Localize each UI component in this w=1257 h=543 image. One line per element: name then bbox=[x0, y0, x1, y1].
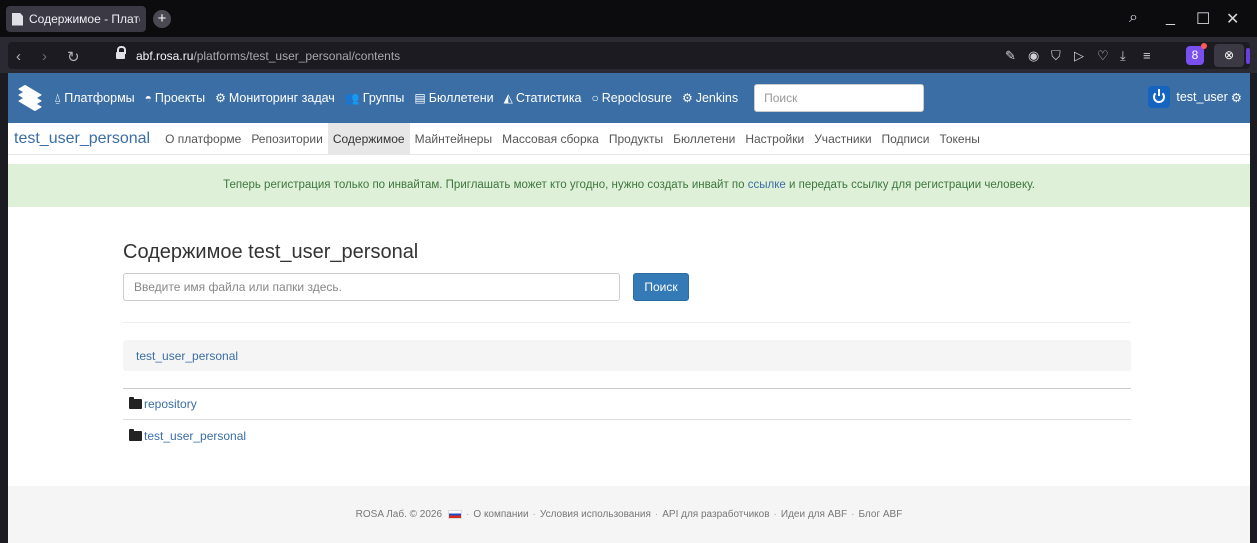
folder-icon bbox=[129, 397, 142, 409]
contents-table: repository test_user_personal bbox=[123, 388, 1131, 451]
tab-about[interactable]: О платформе bbox=[160, 123, 246, 155]
nav-bulletins[interactable]: ▤ Бюллетени bbox=[414, 91, 493, 105]
nav-monitoring[interactable]: ⚙ Мониторинг задач bbox=[215, 91, 335, 105]
nav-platforms[interactable]: ⍙ Платформы bbox=[54, 91, 135, 106]
table-row: repository bbox=[123, 389, 1131, 420]
footer-link-terms[interactable]: Условия использования bbox=[540, 509, 651, 520]
lock-icon bbox=[116, 46, 126, 60]
copyright: ROSA Лаб. © 2026 bbox=[355, 509, 443, 520]
github-icon: ◓ bbox=[144, 91, 152, 105]
nav-projects[interactable]: ◓ Проекты bbox=[145, 91, 205, 105]
divider bbox=[123, 322, 1131, 323]
platform-icon: ⍙ bbox=[54, 90, 62, 105]
avatar-power-icon bbox=[1148, 86, 1171, 108]
nav-repoclosure[interactable]: ○ Repoclosure bbox=[592, 91, 672, 105]
footer-link-api[interactable]: API для разработчиков bbox=[662, 509, 769, 520]
contents-panel: Содержимое test_user_personal Введите им… bbox=[123, 241, 1131, 451]
page-icon bbox=[12, 12, 23, 26]
abf-logo-icon[interactable] bbox=[16, 84, 44, 112]
sidebar-indicator bbox=[1246, 48, 1250, 64]
table-row: test_user_personal bbox=[123, 420, 1131, 451]
nav-statistics[interactable]: ◭ Статистика bbox=[504, 91, 582, 105]
tab-tokens[interactable]: Токены bbox=[934, 123, 984, 155]
circle-icon: ○ bbox=[591, 91, 599, 105]
tab-maintainers[interactable]: Майнтейнеры bbox=[410, 123, 497, 155]
folder-link[interactable]: repository bbox=[144, 397, 197, 411]
new-tab-button[interactable]: + bbox=[153, 10, 171, 28]
breadcrumb-root-link[interactable]: test_user_personal bbox=[136, 349, 238, 363]
chart-icon: ◭ bbox=[503, 91, 513, 105]
forward-icon[interactable]: › bbox=[42, 48, 47, 65]
url-text[interactable]: abf.rosa.ru/platforms/test_user_personal… bbox=[136, 49, 400, 63]
top-navbar: ⍙ Платформы ◓ Проекты ⚙ Мониторинг задач 👥 Г… bbox=[8, 73, 1250, 123]
invite-link[interactable]: ссылке bbox=[748, 179, 786, 191]
search-button[interactable]: Поиск bbox=[633, 273, 689, 301]
footer-link-ideas[interactable]: Идеи для ABF bbox=[781, 509, 847, 520]
maximize-icon[interactable]: ☐ bbox=[1196, 9, 1210, 29]
browser-tab-bar: Содержимое - Платформ + ⌕ _ ☐ ✕ bbox=[0, 0, 1257, 37]
edit-icon[interactable]: ✎ bbox=[1005, 48, 1016, 64]
heart-icon[interactable]: ♡ bbox=[1097, 48, 1109, 64]
extension-icon[interactable]: ⊗ bbox=[1214, 44, 1244, 67]
file-search-input[interactable]: Введите имя файла или папки здесь. bbox=[123, 273, 620, 301]
tab-members[interactable]: Участники bbox=[809, 123, 876, 155]
browser-tab[interactable]: Содержимое - Платформ bbox=[6, 6, 146, 32]
footer-link-blog[interactable]: Блог ABF bbox=[858, 509, 902, 520]
play-icon[interactable]: ▷ bbox=[1074, 48, 1084, 64]
search-row: Введите имя файла или папки здесь. Поиск bbox=[123, 273, 1131, 301]
nav-groups[interactable]: 👥 Группы bbox=[345, 91, 405, 105]
address-bar: ‹ › ↻ abf.rosa.ru/platforms/test_user_pe… bbox=[0, 37, 1257, 73]
close-icon[interactable]: ✕ bbox=[1226, 9, 1239, 29]
gear-icon: ⚙ bbox=[1230, 90, 1242, 105]
web-page: ⍙ Платформы ◓ Проекты ⚙ Мониторинг задач 👥 Г… bbox=[8, 73, 1250, 543]
profile-icon[interactable]: 8 bbox=[1186, 43, 1207, 65]
invite-notice: Теперь регистрация только по инвайтам. П… bbox=[8, 164, 1250, 207]
cogs-icon: ⚙ bbox=[681, 91, 693, 105]
tab-contents[interactable]: Содержимое bbox=[327, 122, 410, 155]
tab-bulletins[interactable]: Бюллетени bbox=[668, 123, 740, 155]
folder-icon bbox=[129, 428, 142, 441]
platform-subnav: test_user_personal О платформе Репозитор… bbox=[8, 122, 1250, 155]
camera-icon[interactable]: ◉ bbox=[1028, 48, 1039, 64]
tab-settings[interactable]: Настройки bbox=[740, 123, 809, 155]
shield-icon[interactable]: ⛉ bbox=[1051, 48, 1061, 64]
footer: ROSA Лаб. © 2026 · О компании · Условия … bbox=[8, 486, 1250, 543]
tab-repositories[interactable]: Репозитории bbox=[246, 123, 328, 155]
global-search-input[interactable]: Поиск bbox=[754, 84, 925, 112]
list-icon: ▤ bbox=[414, 91, 426, 105]
platform-name-link[interactable]: test_user_personal bbox=[14, 130, 150, 148]
menu-icon[interactable]: ≡ bbox=[1143, 48, 1151, 63]
username: test_user bbox=[1176, 90, 1228, 104]
download-icon[interactable]: ⤓ bbox=[1120, 48, 1126, 64]
tab-signatures[interactable]: Подписи bbox=[877, 123, 935, 155]
address-field[interactable]: ‹ › ↻ abf.rosa.ru/platforms/test_user_pe… bbox=[8, 42, 1250, 69]
tab-products[interactable]: Продукты bbox=[604, 123, 668, 155]
nav-jenkins[interactable]: ⚙ Jenkins bbox=[682, 91, 738, 105]
footer-link-about[interactable]: О компании bbox=[473, 509, 528, 520]
cogs-icon: ⚙ bbox=[215, 91, 226, 105]
main-menu: ⍙ Платформы ◓ Проекты ⚙ Мониторинг задач 👥 Г… bbox=[54, 84, 925, 112]
back-icon[interactable]: ‹ bbox=[16, 48, 21, 65]
russian-flag-icon[interactable] bbox=[448, 510, 463, 519]
minimize-icon[interactable]: _ bbox=[1166, 9, 1175, 27]
page-title: Содержимое test_user_personal bbox=[123, 241, 419, 263]
user-menu[interactable]: test_user ⚙ bbox=[1148, 86, 1242, 108]
folder-link[interactable]: test_user_personal bbox=[144, 429, 246, 443]
group-icon: 👥 bbox=[344, 91, 360, 105]
breadcrumb: test_user_personal bbox=[123, 340, 1131, 371]
tab-mass-build[interactable]: Массовая сборка bbox=[497, 123, 604, 155]
reload-icon[interactable]: ↻ bbox=[67, 48, 80, 66]
tab-title: Содержимое - Платформ bbox=[29, 12, 140, 26]
search-icon[interactable]: ⌕ bbox=[1129, 9, 1138, 27]
